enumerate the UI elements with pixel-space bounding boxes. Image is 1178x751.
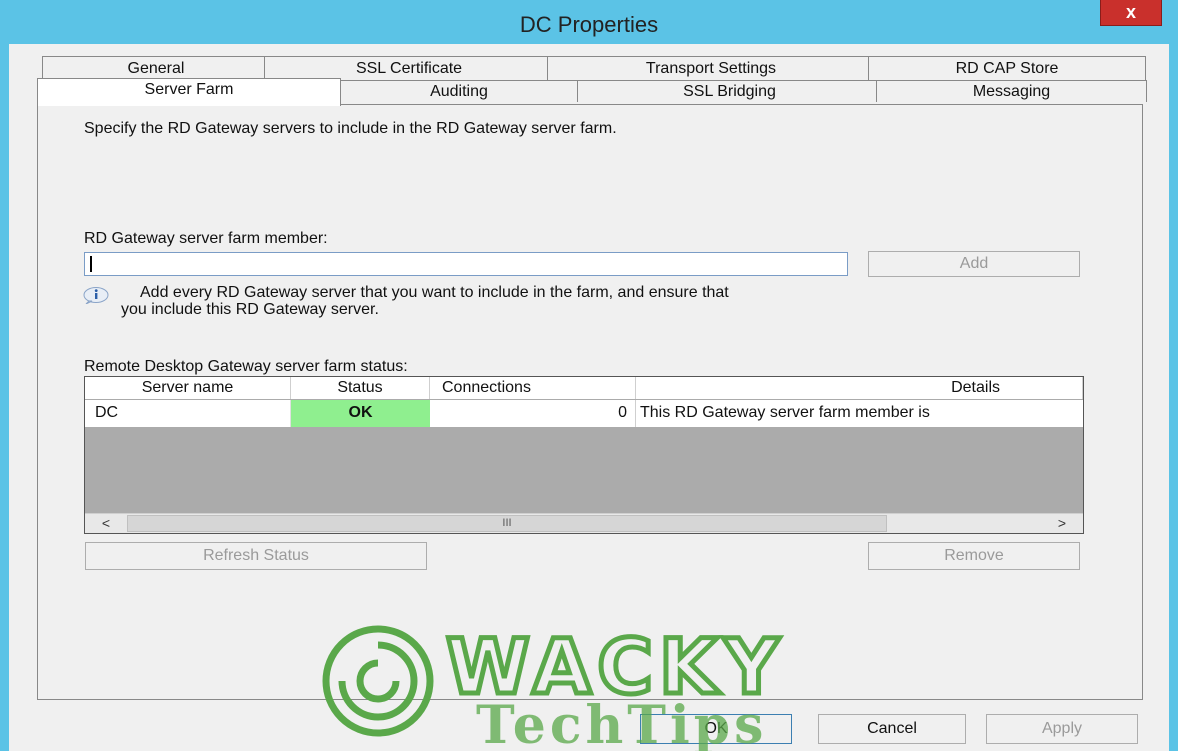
tab-messaging[interactable]: Messaging	[876, 80, 1147, 102]
description-text: Specify the RD Gateway servers to includ…	[84, 120, 617, 137]
wackytechtips-watermark-logo: WACKY TechTips	[322, 620, 781, 751]
column-header-server-name[interactable]: Server name	[85, 377, 291, 399]
info-text-line1: Add every RD Gateway server that you wan…	[140, 284, 729, 301]
cell-connections: 0	[430, 400, 636, 427]
scroll-left-arrow[interactable]: <	[85, 514, 127, 533]
remove-button[interactable]: Remove	[868, 542, 1080, 570]
tab-ssl-bridging[interactable]: SSL Bridging	[577, 80, 882, 102]
close-button[interactable]: x	[1100, 0, 1162, 26]
tab-transport-settings[interactable]: Transport Settings	[547, 56, 875, 80]
apply-button[interactable]: Apply	[986, 714, 1138, 744]
add-button[interactable]: Add	[868, 251, 1080, 277]
tab-general[interactable]: General	[42, 56, 270, 80]
title-bar[interactable]: DC Properties x	[0, 0, 1178, 44]
scroll-right-arrow[interactable]: >	[1041, 514, 1083, 533]
window-title: DC Properties	[519, 12, 659, 37]
cell-status: OK	[291, 400, 430, 427]
cell-details: This RD Gateway server farm member is	[636, 400, 1083, 427]
tab-rd-cap-store[interactable]: RD CAP Store	[868, 56, 1146, 80]
member-label: RD Gateway server farm member:	[84, 230, 328, 247]
watermark-line2: TechTips	[476, 695, 767, 751]
column-header-details[interactable]: Details	[636, 377, 1083, 399]
info-icon	[83, 287, 109, 304]
farm-status-label: Remote Desktop Gateway server farm statu…	[84, 358, 408, 375]
scroll-thumb[interactable]: III	[127, 515, 887, 532]
tab-server-farm[interactable]: Server Farm	[37, 78, 341, 106]
farm-status-list[interactable]: Server name Status Connections Details D…	[84, 376, 1084, 534]
refresh-status-button[interactable]: Refresh Status	[85, 542, 427, 570]
tab-ssl-certificate[interactable]: SSL Certificate	[264, 56, 554, 80]
member-input[interactable]	[84, 252, 848, 276]
properties-window: DC Properties x General SSL Certificate …	[0, 0, 1178, 751]
tab-auditing[interactable]: Auditing	[335, 80, 583, 102]
text-caret	[90, 256, 92, 272]
cell-server-name: DC	[85, 400, 291, 427]
column-header-status[interactable]: Status	[291, 377, 430, 399]
horizontal-scrollbar[interactable]: < III >	[85, 513, 1083, 533]
info-text-line2: you include this RD Gateway server.	[121, 301, 379, 318]
column-header-connections[interactable]: Connections	[430, 377, 636, 399]
